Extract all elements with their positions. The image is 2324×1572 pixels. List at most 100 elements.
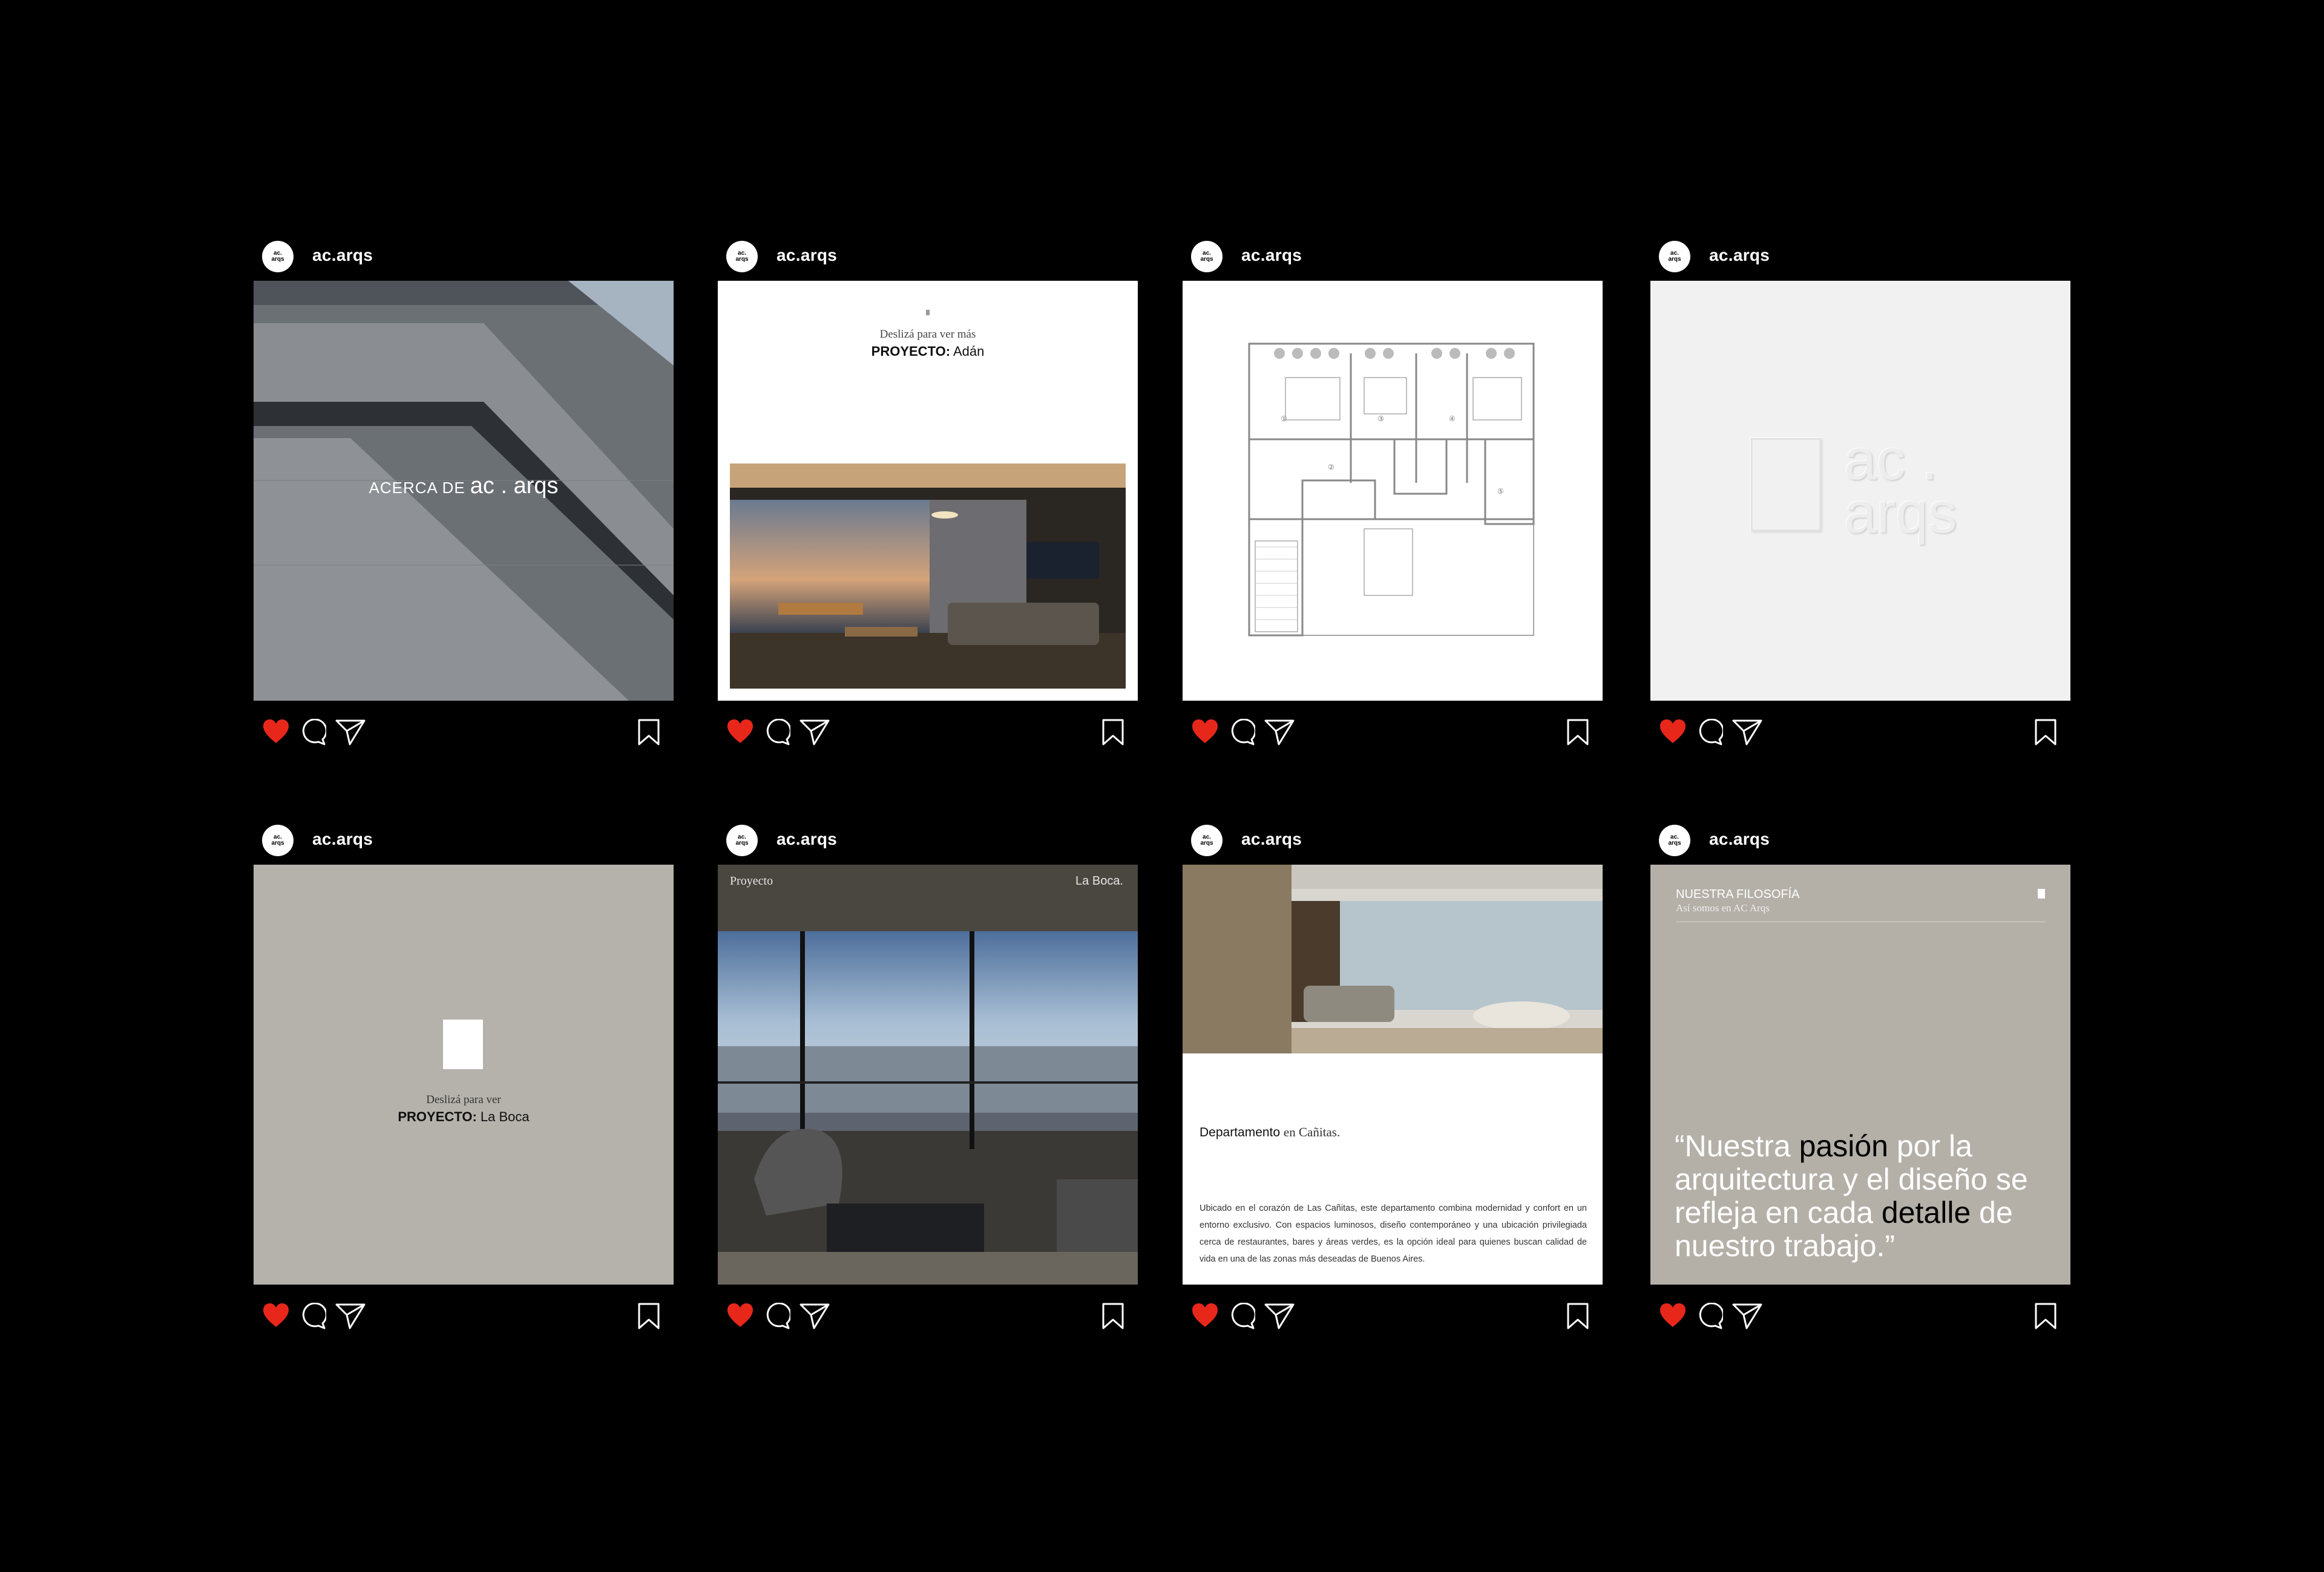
post-header: ac. arqs ac.arqs [254, 814, 674, 862]
avatar[interactable]: ac. arqs [1191, 241, 1223, 272]
post-header: ac. arqs ac.arqs [718, 814, 1138, 862]
listing-description: Ubicado en el corazón de Las Cañitas, es… [1200, 1204, 1587, 1264]
bookmark-icon[interactable] [637, 719, 660, 745]
embossed-logo-text: ac . arqs [1844, 427, 1957, 545]
username[interactable]: ac.arqs [1241, 246, 1302, 265]
plan-number-1: ① [1281, 414, 1287, 423]
post-actions [718, 701, 1138, 761]
share-icon[interactable] [1264, 719, 1295, 745]
embossed-line-1: ac . [1844, 427, 1938, 492]
heart-icon[interactable] [1191, 1303, 1219, 1328]
comment-icon[interactable] [300, 1303, 326, 1329]
section-heading: NUESTRA FILOSOFÍA [1676, 888, 1800, 901]
project-title: PROYECTO: Adán [718, 344, 1138, 359]
post-header: ac. arqs ac.arqs [1183, 814, 1603, 862]
post-image[interactable]: ① ② ③ ④ ⑤ [1183, 281, 1603, 701]
heart-icon[interactable] [262, 719, 290, 744]
share-icon[interactable] [1732, 719, 1762, 745]
username[interactable]: ac.arqs [312, 830, 373, 849]
project-caption: Deslizá para ver más PROYECTO: Adán [718, 328, 1138, 359]
plan-number-4: ④ [1449, 414, 1456, 423]
project-label: PROYECTO: [398, 1109, 477, 1124]
heart-icon[interactable] [726, 719, 754, 744]
embossed-line-2: arqs [1844, 480, 1957, 545]
post-image[interactable]: ACERCA DE ac . arqs [254, 281, 674, 701]
plan-number-5: ⑤ [1497, 487, 1504, 496]
avatar[interactable]: ac. arqs [1191, 825, 1223, 856]
about-caption: ACERCA DE ac . arqs [254, 473, 674, 499]
swipe-hint: Deslizá para ver [426, 1093, 501, 1106]
post-image[interactable]: Proyecto La Boca. [718, 865, 1138, 1285]
post-image[interactable]: ac . arqs [1650, 281, 2070, 701]
comment-icon[interactable] [1229, 1303, 1255, 1329]
post-image[interactable]: Deslizá para ver más PROYECTO: Adán [718, 281, 1138, 701]
username[interactable]: ac.arqs [1241, 830, 1302, 849]
post-header: ac. arqs ac.arqs [1650, 814, 2070, 862]
comment-icon[interactable] [1696, 1303, 1723, 1329]
avatar[interactable]: ac. arqs [1659, 241, 1690, 272]
post-header: ac. arqs ac.arqs [718, 230, 1138, 278]
listing-title: Departamento en Cañitas. [1200, 1125, 1340, 1140]
bookmark-icon[interactable] [2034, 719, 2057, 745]
listing-title-main: Departamento [1200, 1125, 1281, 1139]
post-card: ac. arqs ac.arqs Departamento en Cañitas.… [1183, 814, 1603, 1329]
comment-icon[interactable] [764, 719, 790, 745]
share-icon[interactable] [799, 1303, 830, 1329]
bookmark-icon[interactable] [2034, 1303, 2057, 1329]
post-actions [1650, 1285, 2070, 1345]
heart-icon[interactable] [1659, 719, 1687, 744]
username[interactable]: ac.arqs [776, 830, 837, 849]
avatar[interactable]: ac. arqs [726, 825, 758, 856]
avatar[interactable]: ac. arqs [262, 825, 294, 856]
brand-name: ac . arqs [470, 473, 559, 499]
post-card: ac. arqs ac.arqs ac . arqs [1650, 230, 2070, 745]
username[interactable]: ac.arqs [776, 246, 837, 265]
living-room-photo [1183, 865, 1603, 1053]
comment-icon[interactable] [1696, 719, 1723, 745]
bookmark-icon[interactable] [1101, 719, 1124, 745]
share-icon[interactable] [335, 719, 366, 745]
comment-icon[interactable] [764, 1303, 790, 1329]
philosophy-quote: “Nuestra pasión por la arquitectura y el… [1675, 1129, 2028, 1263]
post-card: ac. arqs ac.arqs Deslizá para ver más PRO… [718, 230, 1138, 745]
share-icon[interactable] [335, 1303, 366, 1329]
post-header: ac. arqs ac.arqs [1650, 230, 2070, 278]
comment-icon[interactable] [300, 719, 326, 745]
bookmark-icon[interactable] [637, 1303, 660, 1329]
project-name: Adán [953, 344, 985, 359]
project-label: Proyecto [730, 874, 773, 888]
section-subheading: Así somos en AC Arqs [1676, 902, 1770, 914]
embossed-logo-square [1751, 438, 1821, 531]
post-image[interactable]: NUESTRA FILOSOFÍA Así somos en AC Arqs “… [1650, 865, 2070, 1285]
post-card: ac. arqs ac.arqs ACERCA DE ac . arqs [254, 230, 674, 745]
share-icon[interactable] [1732, 1303, 1762, 1329]
post-actions [254, 1285, 674, 1345]
avatar[interactable]: ac. arqs [726, 241, 758, 272]
post-card: ac. arqs ac.arqs ① ② ③ ④ ⑤ [1183, 230, 1603, 745]
bookmark-icon[interactable] [1566, 719, 1589, 745]
bookmark-icon[interactable] [1101, 1303, 1124, 1329]
post-image[interactable]: Departamento en Cañitas. Ubicado en el c… [1183, 865, 1603, 1285]
username[interactable]: ac.arqs [312, 246, 373, 265]
project-label: PROYECTO: [871, 344, 951, 359]
project-name: La Boca [480, 1109, 530, 1124]
post-actions [254, 701, 674, 761]
comment-icon[interactable] [1229, 719, 1255, 745]
post-card: ac. arqs ac.arqs NUESTRA FILOSOFÍA Así so… [1650, 814, 2070, 1329]
post-image[interactable]: Deslizá para ver PROYECTO: La Boca [254, 865, 674, 1285]
username[interactable]: ac.arqs [1709, 830, 1770, 849]
heart-icon[interactable] [262, 1303, 290, 1328]
avatar[interactable]: ac. arqs [262, 241, 294, 272]
heart-icon[interactable] [726, 1303, 754, 1328]
avatar[interactable]: ac. arqs [1659, 825, 1690, 856]
interior-photo [730, 463, 1126, 689]
post-actions [718, 1285, 1138, 1345]
post-actions [1183, 1285, 1603, 1345]
username[interactable]: ac.arqs [1709, 246, 1770, 265]
bookmark-icon[interactable] [1566, 1303, 1589, 1329]
floor-plan-drawing: ① ② ③ ④ ⑤ [1248, 342, 1535, 637]
share-icon[interactable] [799, 719, 830, 745]
heart-icon[interactable] [1659, 1303, 1687, 1328]
share-icon[interactable] [1264, 1303, 1295, 1329]
heart-icon[interactable] [1191, 719, 1219, 744]
